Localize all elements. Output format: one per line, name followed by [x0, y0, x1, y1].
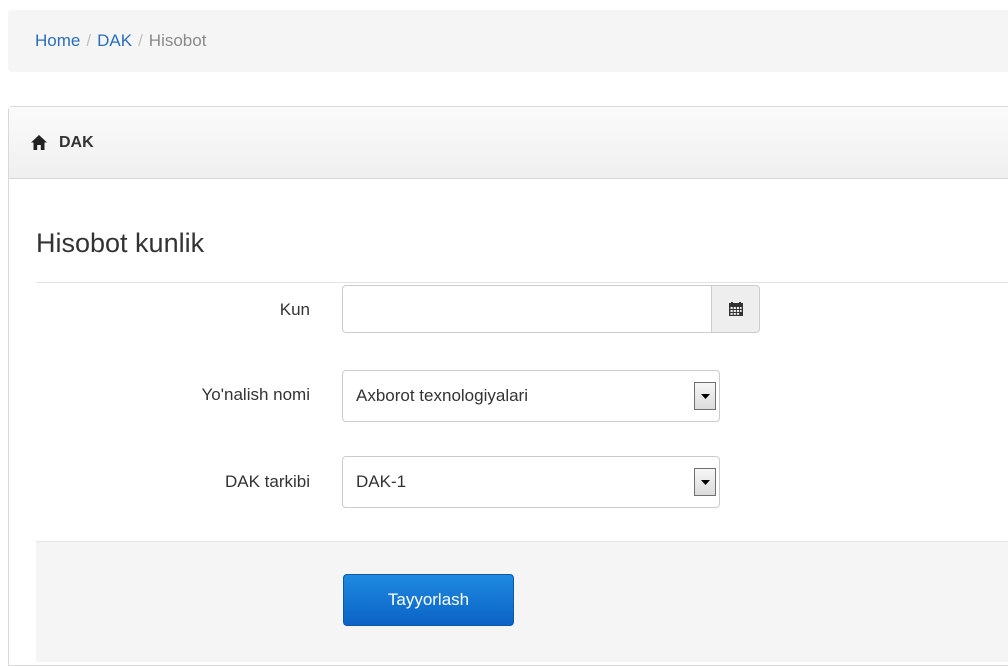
kun-label: Kun — [279, 300, 310, 319]
breadcrumb-separator: / — [138, 31, 143, 50]
breadcrumb: Home / DAK / Hisobot — [8, 10, 1008, 72]
kun-date-input[interactable] — [342, 285, 712, 333]
yonalish-select[interactable]: Axborot texnologiyalari — [342, 370, 720, 422]
form-actions — [36, 541, 1008, 662]
breadcrumb-home-link[interactable]: Home — [35, 31, 80, 51]
chevron-down-icon[interactable] — [694, 468, 716, 496]
dak-tarkibi-select[interactable]: DAK-1 — [342, 456, 720, 508]
form-title: Hisobot kunlik — [36, 228, 205, 258]
calendar-icon — [728, 302, 743, 316]
breadcrumb-separator: / — [86, 31, 92, 50]
yonalish-selected-value: Axborot texnologiyalari — [356, 386, 528, 405]
tayyorlash-button[interactable]: Tayyorlash — [343, 574, 514, 626]
chevron-down-icon[interactable] — [694, 382, 716, 410]
dak-tarkibi-selected-value: DAK-1 — [356, 472, 407, 491]
calendar-button[interactable] — [711, 285, 760, 333]
home-icon — [31, 135, 47, 150]
yonalish-label: Yo'nalish nomi — [201, 385, 310, 404]
breadcrumb-current: Hisobot — [148, 31, 207, 50]
dak-tarkibi-label: DAK tarkibi — [224, 472, 310, 491]
breadcrumb-dak-link[interactable]: DAK — [97, 31, 132, 51]
divider — [36, 282, 1008, 283]
panel-heading: DAK — [9, 107, 1008, 179]
panel-title: DAK — [59, 133, 94, 151]
